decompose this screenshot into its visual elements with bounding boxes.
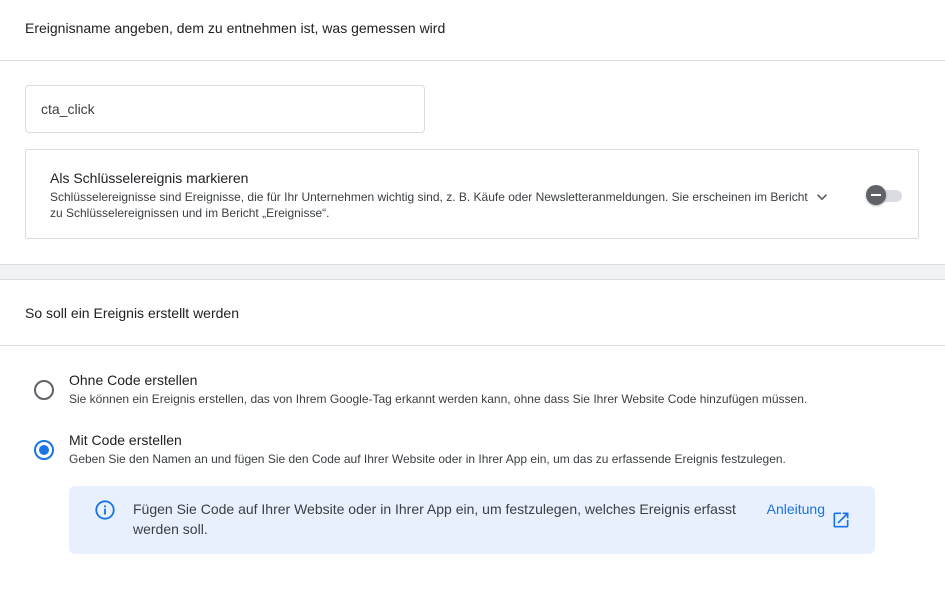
create-method-section-title: So soll ein Ereignis erstellt werden [25,305,239,321]
chevron-down-icon[interactable] [812,187,832,207]
key-event-description: Schlüsselereignisse sind Ereignisse, die… [50,190,808,220]
info-text: Fügen Sie Code auf Ihrer Website oder in… [133,501,736,537]
key-event-toggle[interactable] [866,184,904,206]
option-description: Geben Sie den Namen an und fügen Sie den… [69,452,786,466]
toggle-thumb [866,185,886,205]
radio-without-code[interactable] [34,380,54,400]
guide-link[interactable]: Anleitung [765,499,825,519]
info-banner: Fügen Sie Code auf Ihrer Website oder in… [69,486,875,554]
event-name-section-title: Ereignisname angeben, dem zu entnehmen i… [25,20,446,36]
option-without-code[interactable]: Ohne Code erstellen Sie können ein Ereig… [34,372,914,412]
option-description: Sie können ein Ereignis erstellen, das v… [69,392,808,406]
divider [0,345,945,346]
info-icon [95,500,115,520]
section-separator [0,264,945,280]
option-label: Mit Code erstellen [69,432,182,448]
key-event-card: Als Schlüsselereignis markieren Schlüsse… [25,149,919,239]
key-event-title: Als Schlüsselereignis markieren [50,170,249,186]
divider [0,60,945,61]
radio-with-code[interactable] [34,440,54,460]
option-with-code[interactable]: Mit Code erstellen Geben Sie den Namen a… [34,432,914,472]
open-in-new-icon[interactable] [831,510,851,530]
event-name-input[interactable] [25,85,425,133]
option-label: Ohne Code erstellen [69,372,198,388]
